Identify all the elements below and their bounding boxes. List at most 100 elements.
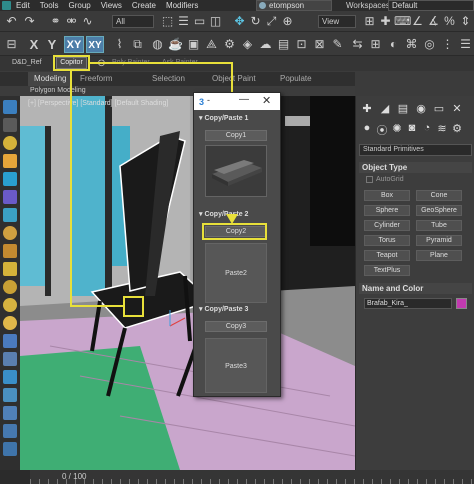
materials-icon[interactable] <box>3 316 17 330</box>
sphere-icon[interactable] <box>3 136 17 150</box>
object-name-field[interactable]: Brafab_Kira_ <box>364 298 452 309</box>
viewport-label[interactable]: [+] [Perspective] [Standard] [Default Sh… <box>28 100 168 107</box>
curve-editor-icon[interactable]: ⌇ <box>112 37 127 52</box>
rect-selection-icon[interactable]: ▭ <box>192 14 207 29</box>
systems-icon[interactable] <box>3 262 17 276</box>
motion-tab-icon[interactable]: ◉ <box>414 102 428 115</box>
spacewarp-icon[interactable] <box>3 208 17 222</box>
window-crossing-icon[interactable]: ◫ <box>208 14 223 29</box>
display-tab-icon[interactable]: ▭ <box>432 102 446 115</box>
keyboard-shortcut-icon[interactable]: ⌨ <box>394 14 411 29</box>
axis-xy-button[interactable]: XY <box>64 36 84 53</box>
grid-icon[interactable] <box>3 352 17 366</box>
paste3-button[interactable]: Paste3 <box>205 338 267 393</box>
primitive-category-dropdown[interactable]: Standard Primitives <box>359 144 472 156</box>
paste2-button[interactable]: Paste2 <box>205 243 267 303</box>
axis-xy-cycle-button[interactable]: XY <box>86 36 104 53</box>
camera-icon[interactable] <box>3 190 17 204</box>
geometry-category-icon[interactable]: ● <box>360 122 374 134</box>
tab-object-paint[interactable]: Object Paint <box>212 74 256 83</box>
unlink-icon[interactable]: ⚮ <box>64 14 79 29</box>
dynamics-icon[interactable] <box>3 298 17 312</box>
selection-filter-dropdown[interactable]: All <box>112 15 154 28</box>
placement-icon[interactable]: ⊕ <box>280 14 295 29</box>
render-iterative-icon[interactable]: ⚙ <box>222 37 237 52</box>
snaps-toggle-icon[interactable]: ∠ <box>410 14 425 29</box>
geometry-icon[interactable] <box>3 226 17 240</box>
align-tool-icon[interactable] <box>3 388 17 402</box>
name-color-header[interactable]: Name and Color <box>359 283 472 294</box>
percent-snap-icon[interactable]: % <box>442 14 457 29</box>
pyramid-button[interactable]: Pyramid <box>416 235 462 246</box>
hierarchy-tab-icon[interactable]: ▤ <box>396 102 410 115</box>
object-color-swatch[interactable] <box>456 298 467 309</box>
systems-category-icon[interactable]: ⚙ <box>450 122 464 135</box>
render-cloud-icon[interactable]: ☁ <box>258 37 273 52</box>
snap-icon[interactable] <box>3 334 17 348</box>
named-selection-icon[interactable]: ⌘ <box>404 37 419 52</box>
copy1-button[interactable]: Copy1 <box>205 130 267 141</box>
redo-icon[interactable]: ↷ <box>22 14 37 29</box>
layer-explorer-icon[interactable]: ▤ <box>276 37 291 52</box>
activeshade-icon[interactable]: ◈ <box>240 37 255 52</box>
select-object-icon[interactable]: ⬚ <box>160 14 175 29</box>
spacewarps-category-icon[interactable]: ≋ <box>435 122 449 135</box>
cylinder-button[interactable]: Cylinder <box>364 220 410 231</box>
tab-populate[interactable]: Populate <box>280 74 312 83</box>
app-logo-icon[interactable] <box>2 1 11 10</box>
render-production-icon[interactable]: ⟁ <box>204 37 219 52</box>
menu-edit[interactable]: Edit <box>16 1 30 10</box>
torus-button[interactable]: Torus <box>364 235 410 246</box>
toggle-ribbon-icon[interactable]: ⊠ <box>312 37 327 52</box>
tab-selection[interactable]: Selection <box>152 74 185 83</box>
mirror-icon[interactable]: ⇆ <box>350 37 365 52</box>
modify-tab-icon[interactable]: ◢ <box>378 102 392 115</box>
cone-button[interactable]: Cone <box>416 190 462 201</box>
more-tools-icon[interactable]: ☰ <box>458 37 473 52</box>
time-slider-frame[interactable]: 0 / 100 <box>62 472 86 481</box>
render-setup-icon[interactable]: ☕ <box>168 37 183 52</box>
rendered-frame-icon[interactable]: ▣ <box>186 37 201 52</box>
menu-create[interactable]: Create <box>132 1 156 10</box>
object-type-header[interactable]: Object Type <box>359 162 472 173</box>
section-1-title[interactable]: ▾ Copy/Paste 1 <box>199 114 275 124</box>
select-manipulate-icon[interactable]: ✚ <box>378 14 393 29</box>
tube-button[interactable]: Tube <box>416 220 462 231</box>
plane-button[interactable]: Plane <box>416 250 462 261</box>
isolate-icon[interactable]: ◐ <box>386 37 401 52</box>
lights-category-icon[interactable]: ✺ <box>390 122 404 135</box>
dnd-ref-button[interactable]: D&D_Ref <box>12 59 42 66</box>
scene-explorer-icon[interactable]: ⊡ <box>294 37 309 52</box>
sphere-button[interactable]: Sphere <box>364 205 410 216</box>
select-icon[interactable] <box>3 118 17 132</box>
menu-group[interactable]: Group <box>68 1 90 10</box>
copitor-titlebar[interactable]: 3 - — ✕ <box>194 93 280 110</box>
create-tab-icon[interactable]: ✚ <box>360 102 374 115</box>
close-icon[interactable]: ✕ <box>262 94 271 107</box>
pivot-center-icon[interactable]: ⊞ <box>362 14 377 29</box>
select-rotate-icon[interactable]: ↻ <box>248 14 263 29</box>
tab-modeling[interactable]: Modeling <box>28 72 73 86</box>
array-tool-icon[interactable] <box>3 370 17 384</box>
align-icon[interactable]: ⊟ <box>4 37 19 52</box>
schematic-view-icon[interactable]: ⧉ <box>130 37 145 52</box>
textplus-button[interactable]: TextPlus <box>364 265 410 276</box>
graphite-tools-icon[interactable]: ✎ <box>330 37 345 52</box>
spline-icon[interactable] <box>3 406 17 420</box>
link-icon[interactable]: ⚭ <box>48 14 63 29</box>
teapot-button[interactable]: Teapot <box>364 250 410 261</box>
bind-spacewarp-icon[interactable]: ∿ <box>80 14 95 29</box>
light-icon[interactable] <box>3 154 17 168</box>
menu-modifiers[interactable]: Modifiers <box>166 1 198 10</box>
helpers-category-icon[interactable]: ◔ <box>420 122 434 134</box>
shapes-icon[interactable] <box>3 244 17 258</box>
select-scale-icon[interactable]: ⤢ <box>264 14 279 29</box>
utilities-tab-icon[interactable]: ✕ <box>450 102 464 115</box>
scene-explorer-icon[interactable] <box>3 100 17 114</box>
autogrid-checkbox[interactable] <box>366 176 373 183</box>
group-icon[interactable] <box>3 442 17 456</box>
mesh-icon[interactable] <box>3 424 17 438</box>
minimize-icon[interactable]: — <box>239 94 249 105</box>
copy3-button[interactable]: Copy3 <box>205 321 267 332</box>
spacing-tool-icon[interactable]: ⋮ <box>440 37 455 52</box>
